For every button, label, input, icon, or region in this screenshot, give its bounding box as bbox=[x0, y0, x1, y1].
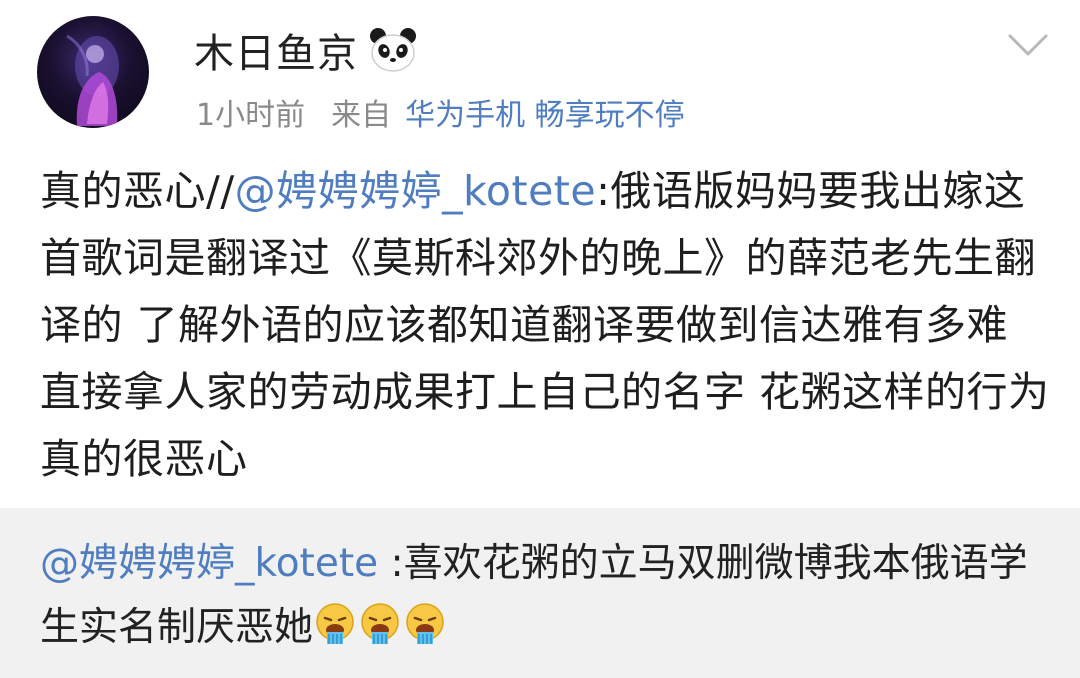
vomit-emoji-icon bbox=[313, 602, 357, 646]
repost-box[interactable]: @娉娉娉婷_kotete :喜欢花粥的立马双删微博我本俄语学生实名制厌恶她 bbox=[0, 508, 1080, 678]
repost-body: @娉娉娉婷_kotete :喜欢花粥的立马双删微博我本俄语学生实名制厌恶她 bbox=[40, 532, 1050, 660]
username-row: 木日鱼京 bbox=[194, 22, 418, 78]
username[interactable]: 木日鱼京 bbox=[194, 21, 358, 79]
vomit-emoji-icon bbox=[403, 602, 447, 646]
avatar[interactable] bbox=[37, 16, 149, 128]
emoji-group bbox=[313, 602, 448, 650]
body-prefix: 真的恶心// bbox=[40, 167, 235, 215]
chevron-down-icon[interactable] bbox=[1006, 28, 1050, 62]
source-label: 来自 bbox=[331, 98, 392, 133]
post-body: 真的恶心//@娉娉娉婷_kotete:俄语版妈妈要我出嫁这首歌词是翻译过《莫斯科… bbox=[40, 158, 1050, 493]
post-time: 1小时前 bbox=[196, 98, 306, 133]
vomit-emoji-icon bbox=[358, 602, 402, 646]
repost-mention-link[interactable]: @娉娉娉婷_kotete bbox=[40, 541, 378, 586]
body-mention-link[interactable]: @娉娉娉婷_kotete bbox=[235, 167, 596, 215]
post-meta: 1小时前 来自 华为手机 畅享玩不停 bbox=[196, 90, 685, 134]
panda-icon bbox=[368, 27, 418, 73]
weibo-post: 木日鱼京 1小时前 来自 华为手机 畅享玩不停 真的恶心//@娉娉娉婷_kote… bbox=[0, 0, 1080, 510]
source-device-link[interactable]: 华为手机 畅享玩不停 bbox=[405, 90, 685, 134]
